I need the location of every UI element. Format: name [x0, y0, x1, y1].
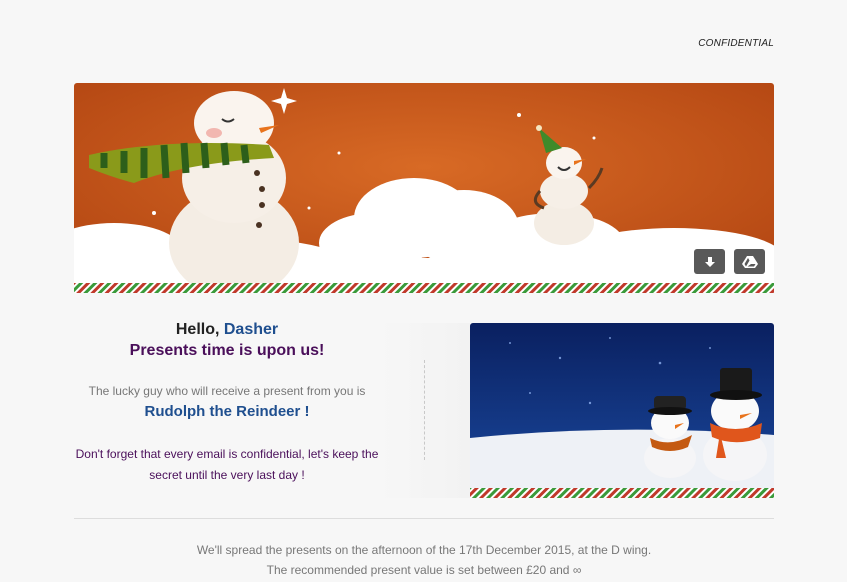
reminder-text: Don't forget that every email is confide…: [75, 447, 379, 482]
confidential-label: CONFIDENTIAL: [698, 38, 774, 49]
download-icon: [704, 256, 715, 267]
download-button[interactable]: [694, 249, 725, 274]
snowmen-night-image: [470, 323, 774, 498]
recipient-name: Rudolph the Reindeer !: [144, 403, 310, 420]
greeting-line: Hello, Dasher: [74, 320, 380, 340]
footer-line-value: The recommended present value is set bet…: [266, 563, 582, 577]
lucky-text: The lucky guy who will receive a present…: [88, 384, 366, 398]
save-to-drive-button[interactable]: [734, 249, 765, 274]
message-column: Hello, Dasher Presents time is upon us! …: [74, 320, 380, 486]
google-drive-icon: [741, 255, 758, 268]
vertical-divider: [424, 360, 425, 460]
greeting-text: Hello,: [175, 321, 220, 338]
footer-divider: [74, 518, 774, 519]
header-banner-image: [74, 83, 774, 293]
footer-line-date: We'll spread the presents on the afterno…: [196, 543, 652, 557]
snowmen-night-illustration: [470, 323, 774, 498]
santa-name: Dasher: [223, 321, 279, 338]
tagline: Presents time is upon us!: [129, 342, 325, 359]
column-shade: [380, 323, 470, 498]
snowmen-banner-illustration: [74, 83, 774, 293]
footer: We'll spread the presents on the afterno…: [74, 540, 774, 580]
